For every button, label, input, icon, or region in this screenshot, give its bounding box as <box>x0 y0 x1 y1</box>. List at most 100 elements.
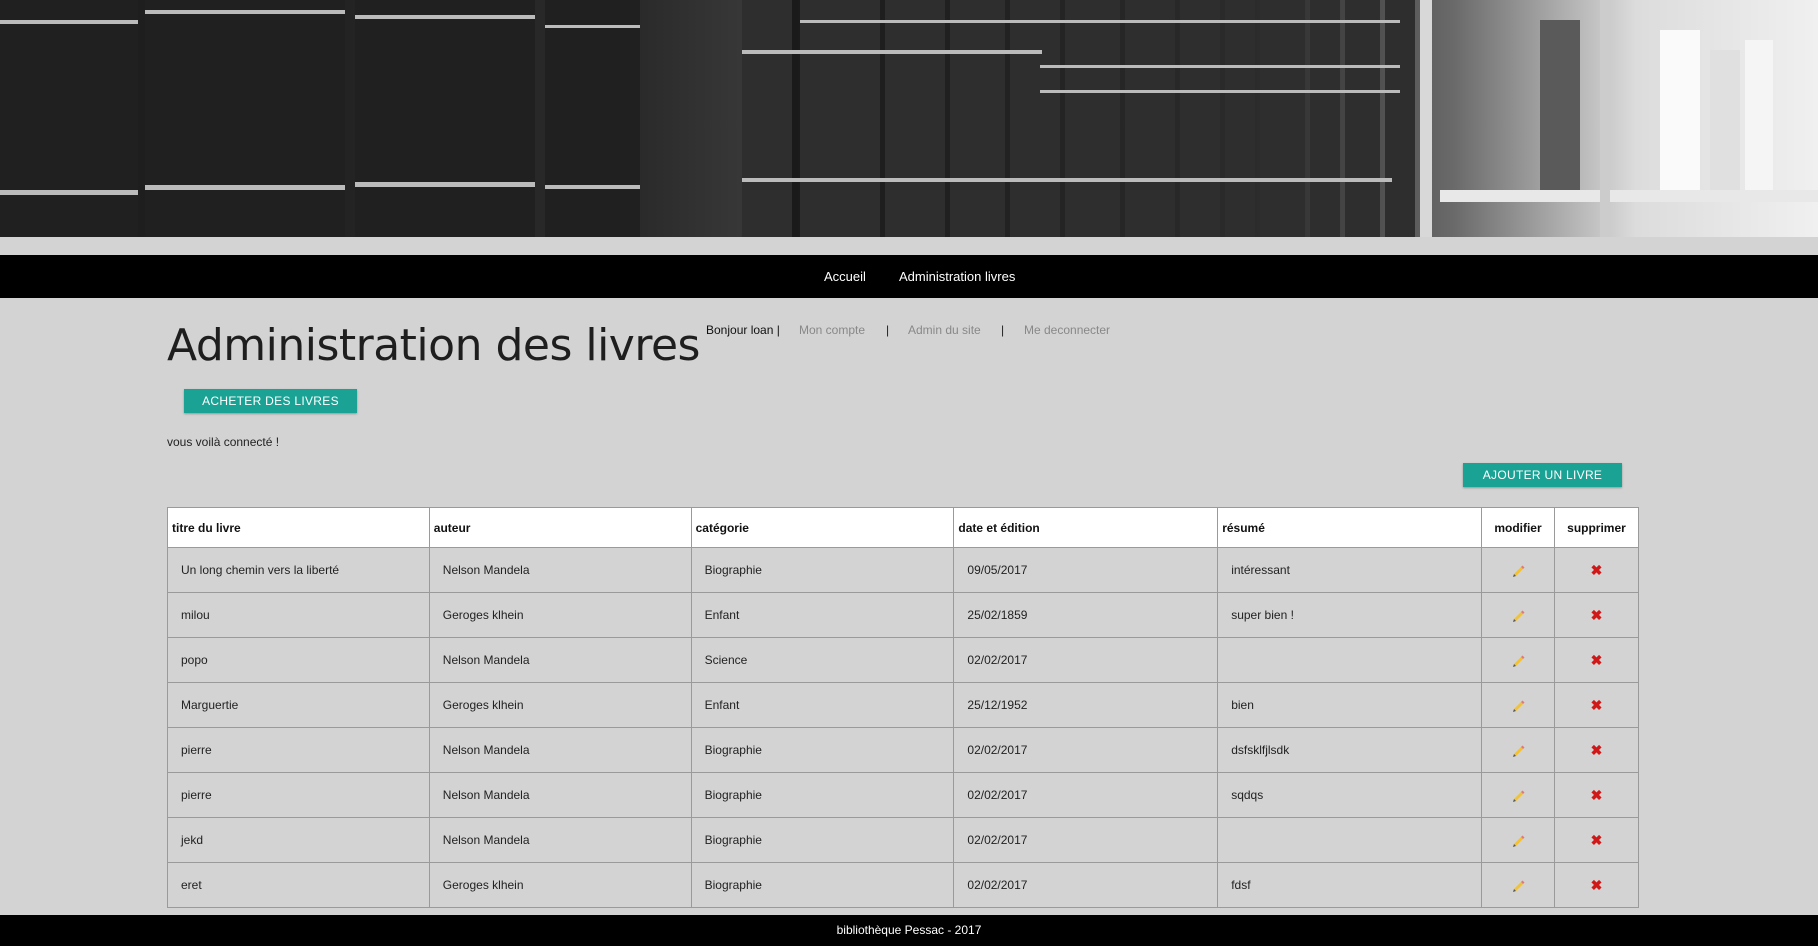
category-cell: Enfant <box>690 592 955 638</box>
edit-cell <box>1481 772 1555 818</box>
summary-cell: sqdqs <box>1217 772 1482 818</box>
delete-cross-icon[interactable]: ✖ <box>1591 653 1603 667</box>
summary-cell <box>1217 637 1482 683</box>
top-navigation: Accueil Administration livres <box>0 255 1818 298</box>
category-cell: Biographie <box>690 727 955 773</box>
author-cell: Geroges klhein <box>428 592 692 638</box>
delete-cell: ✖ <box>1553 862 1640 908</box>
edit-pencil-icon[interactable] <box>1511 833 1525 848</box>
edit-pencil-icon[interactable] <box>1511 788 1525 803</box>
summary-cell: bien <box>1217 682 1482 728</box>
delete-cross-icon[interactable]: ✖ <box>1591 743 1603 757</box>
summary-cell <box>1217 817 1482 863</box>
book-title-cell: Marguertie <box>167 682 430 728</box>
column-header-title: titre du livre <box>167 507 430 548</box>
delete-cross-icon[interactable]: ✖ <box>1591 833 1603 847</box>
date-cell: 25/12/1952 <box>953 682 1219 728</box>
nav-admin-books-link[interactable]: Administration livres <box>899 269 1015 284</box>
column-header-edit: modifier <box>1481 507 1555 548</box>
edit-pencil-icon[interactable] <box>1511 653 1525 668</box>
table-row: Un long chemin vers la liberté Nelson Man… <box>167 547 1640 593</box>
table-row: jekd Nelson Mandela Biographie 02/02/2017 ✖ <box>167 817 1640 863</box>
table-row: milou Geroges klhein Enfant 25/02/1859 super… <box>167 592 1640 638</box>
edit-cell <box>1481 862 1555 908</box>
footer: bibliothèque Pessac - 2017 <box>0 915 1818 946</box>
edit-pencil-icon[interactable] <box>1511 878 1525 893</box>
header-banner-image <box>0 0 1818 237</box>
delete-cross-icon[interactable]: ✖ <box>1591 698 1603 712</box>
delete-cell: ✖ <box>1553 592 1640 638</box>
delete-cell: ✖ <box>1553 637 1640 683</box>
column-header-author: auteur <box>428 507 692 548</box>
category-cell: Biographie <box>690 817 955 863</box>
date-cell: 02/02/2017 <box>953 817 1219 863</box>
edit-pencil-icon[interactable] <box>1511 563 1525 578</box>
edit-pencil-icon[interactable] <box>1511 608 1525 623</box>
date-cell: 09/05/2017 <box>953 547 1219 593</box>
separator: | <box>1001 323 1005 337</box>
delete-cross-icon[interactable]: ✖ <box>1591 563 1603 577</box>
summary-cell: dsfsklfjlsdk <box>1217 727 1482 773</box>
book-title-cell: popo <box>167 637 430 683</box>
buy-books-button[interactable]: ACHETER DES LIVRES <box>184 389 357 413</box>
category-cell: Biographie <box>690 862 955 908</box>
table-row: Marguertie Geroges klhein Enfant 25/12/1952… <box>167 682 1640 728</box>
author-cell: Nelson Mandela <box>428 727 692 773</box>
book-title-cell: Un long chemin vers la liberté <box>167 547 430 593</box>
edit-cell <box>1481 682 1555 728</box>
column-header-category: catégorie <box>690 507 955 548</box>
logout-link[interactable]: Me deconnecter <box>1024 323 1110 337</box>
table-row: eret Geroges klhein Biographie 02/02/2017 fd… <box>167 862 1640 908</box>
add-book-button[interactable]: AJOUTER UN LIVRE <box>1463 463 1622 487</box>
nav-home-link[interactable]: Accueil <box>824 269 866 284</box>
column-header-summary: résumé <box>1217 507 1482 548</box>
author-cell: Nelson Mandela <box>428 637 692 683</box>
date-cell: 02/02/2017 <box>953 637 1219 683</box>
column-header-delete: supprimer <box>1553 507 1640 548</box>
date-cell: 02/02/2017 <box>953 727 1219 773</box>
delete-cell: ✖ <box>1553 547 1640 593</box>
author-cell: Nelson Mandela <box>428 772 692 818</box>
delete-cell: ✖ <box>1553 727 1640 773</box>
book-title-cell: eret <box>167 862 430 908</box>
book-title-cell: pierre <box>167 772 430 818</box>
delete-cell: ✖ <box>1553 817 1640 863</box>
edit-pencil-icon[interactable] <box>1511 743 1525 758</box>
category-cell: Biographie <box>690 547 955 593</box>
page-title: Administration des livres <box>167 320 700 371</box>
author-cell: Geroges klhein <box>428 862 692 908</box>
author-cell: Nelson Mandela <box>428 547 692 593</box>
delete-cross-icon[interactable]: ✖ <box>1591 878 1603 892</box>
table-row: pierre Nelson Mandela Biographie 02/02/2017… <box>167 727 1640 773</box>
category-cell: Enfant <box>690 682 955 728</box>
summary-cell: fdsf <box>1217 862 1482 908</box>
delete-cell: ✖ <box>1553 682 1640 728</box>
edit-cell <box>1481 547 1555 593</box>
summary-cell: super bien ! <box>1217 592 1482 638</box>
book-title-cell: milou <box>167 592 430 638</box>
user-greeting: Bonjour loan | <box>706 323 780 337</box>
edit-cell <box>1481 592 1555 638</box>
book-title-cell: pierre <box>167 727 430 773</box>
site-admin-link[interactable]: Admin du site <box>908 323 981 337</box>
date-cell: 25/02/1859 <box>953 592 1219 638</box>
edit-cell <box>1481 817 1555 863</box>
category-cell: Biographie <box>690 772 955 818</box>
date-cell: 02/02/2017 <box>953 862 1219 908</box>
delete-cell: ✖ <box>1553 772 1640 818</box>
my-account-link[interactable]: Mon compte <box>799 323 865 337</box>
category-cell: Science <box>690 637 955 683</box>
summary-cell: intéressant <box>1217 547 1482 593</box>
column-header-date: date et édition <box>953 507 1219 548</box>
table-header-row: titre du livre auteur catégorie date et … <box>167 507 1640 548</box>
delete-cross-icon[interactable]: ✖ <box>1591 608 1603 622</box>
edit-cell <box>1481 727 1555 773</box>
table-row: popo Nelson Mandela Science 02/02/2017 ✖ <box>167 637 1640 683</box>
books-table: titre du livre auteur catégorie date et … <box>167 507 1640 908</box>
delete-cross-icon[interactable]: ✖ <box>1591 788 1603 802</box>
edit-pencil-icon[interactable] <box>1511 698 1525 713</box>
book-title-cell: jekd <box>167 817 430 863</box>
edit-cell <box>1481 637 1555 683</box>
connected-message: vous voilà connecté ! <box>167 435 280 449</box>
table-row: pierre Nelson Mandela Biographie 02/02/2017… <box>167 772 1640 818</box>
